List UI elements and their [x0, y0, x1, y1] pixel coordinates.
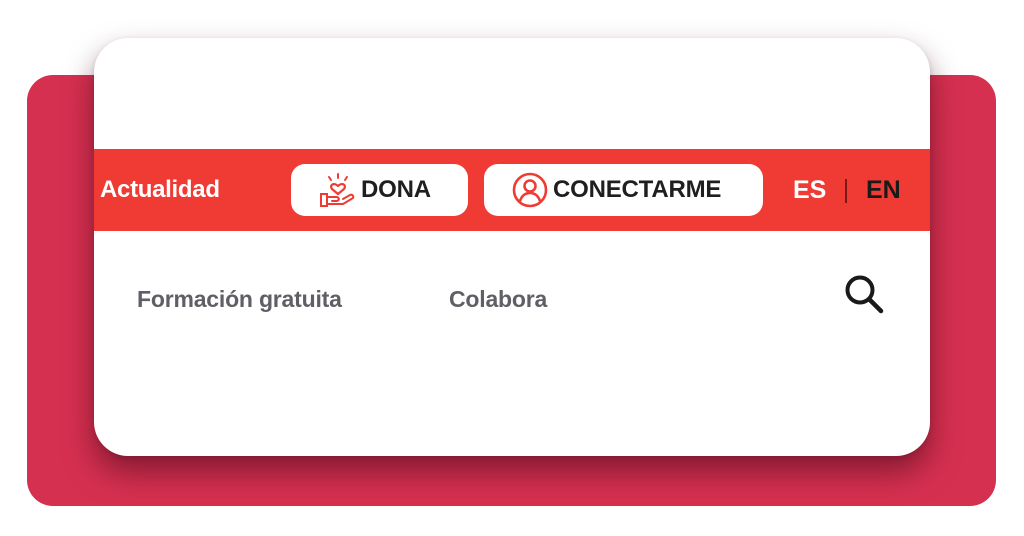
top-bar: Actualidad DONA CONECTARME ES EN [94, 149, 930, 231]
language-en[interactable]: EN [866, 176, 901, 205]
nav-item-colabora[interactable]: Colabora [449, 286, 547, 313]
news-link[interactable]: Actualidad [100, 176, 220, 204]
connect-label: CONECTARME [553, 176, 722, 203]
nav-item-formacion[interactable]: Formación gratuita [137, 286, 342, 313]
language-divider [845, 179, 847, 203]
user-circle-icon [511, 171, 549, 209]
header-card: Actualidad DONA CONECTARME ES EN Formaci… [94, 38, 930, 456]
donate-label: DONA [361, 176, 431, 203]
stage: Actualidad DONA CONECTARME ES EN Formaci… [0, 0, 1024, 536]
language-es[interactable]: ES [793, 176, 826, 205]
hand-heart-icon [319, 172, 357, 208]
donate-button[interactable]: DONA [291, 164, 468, 216]
search-icon [841, 275, 887, 320]
connect-button[interactable]: CONECTARME [484, 164, 763, 216]
search-button[interactable] [841, 272, 887, 316]
